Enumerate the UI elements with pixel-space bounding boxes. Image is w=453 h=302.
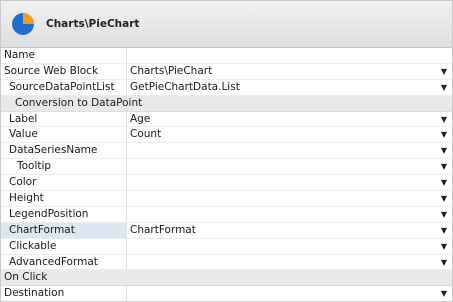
property-row-value[interactable]: Value Count ▼ xyxy=(1,127,452,144)
property-row-chart-format[interactable]: ChartFormat ChartFormat ▼ xyxy=(1,222,452,239)
property-label: Destination xyxy=(1,286,127,301)
dropdown-arrow-icon[interactable]: ▼ xyxy=(441,207,447,222)
property-label: Name xyxy=(1,48,127,63)
properties-panel: Charts\PieChart Name Source Web Block Ch… xyxy=(0,0,453,302)
dropdown-arrow-icon[interactable]: ▼ xyxy=(441,286,447,301)
pie-chart-icon xyxy=(12,13,34,35)
property-value-data-series-name[interactable]: ▼ xyxy=(127,143,452,158)
property-grid: Name Source Web Block Charts\PieChart ▼ … xyxy=(1,48,452,301)
property-row-source-data-point-list[interactable]: SourceDataPointList GetPieChartData.List… xyxy=(1,79,452,96)
dropdown-arrow-icon[interactable]: ▼ xyxy=(441,175,447,190)
dropdown-arrow-icon[interactable]: ▼ xyxy=(441,255,447,270)
property-value-label[interactable]: Age ▼ xyxy=(127,112,452,127)
property-label: Source Web Block xyxy=(1,63,127,79)
property-value-destination[interactable]: ▼ xyxy=(127,286,452,301)
property-label: LegendPosition xyxy=(1,206,127,222)
property-label: ChartFormat xyxy=(1,222,127,238)
section-label: Conversion to DataPoint xyxy=(15,96,143,109)
property-value-height[interactable]: ▼ xyxy=(127,191,452,206)
property-value-legend-position[interactable]: ▼ xyxy=(127,207,452,222)
property-value[interactable] xyxy=(127,48,452,63)
dropdown-arrow-icon[interactable]: ▼ xyxy=(441,127,447,142)
property-label: Height xyxy=(1,191,127,206)
property-value-advanced-format[interactable]: ▼ xyxy=(127,255,452,270)
property-value-text: GetPieChartData.List xyxy=(130,80,240,93)
dropdown-arrow-icon[interactable]: ▼ xyxy=(441,80,447,95)
property-row-source-web-block[interactable]: Source Web Block Charts\PieChart ▼ xyxy=(1,63,452,80)
property-value-color[interactable]: ▼ xyxy=(127,175,452,190)
property-value-source-web-block[interactable]: Charts\PieChart ▼ xyxy=(127,64,452,79)
property-row-data-series-name[interactable]: DataSeriesName ▼ xyxy=(1,143,452,160)
property-row-name[interactable]: Name xyxy=(1,48,452,64)
property-value-text: Age xyxy=(130,112,151,125)
panel-title: Charts\PieChart xyxy=(46,18,140,30)
panel-header: Charts\PieChart xyxy=(1,1,452,48)
property-label: Color xyxy=(1,175,127,191)
dropdown-arrow-icon[interactable]: ▼ xyxy=(441,143,447,158)
property-label: Tooltip xyxy=(1,159,127,175)
property-label: SourceDataPointList xyxy=(1,79,127,95)
property-row-advanced-format[interactable]: AdvancedFormat ▼ xyxy=(1,254,452,271)
property-value-value[interactable]: Count ▼ xyxy=(127,127,452,142)
property-row-tooltip[interactable]: Tooltip ▼ xyxy=(1,159,452,176)
property-row-legend-position[interactable]: LegendPosition ▼ xyxy=(1,206,452,223)
property-label: Label xyxy=(1,111,127,127)
section-label: On Click xyxy=(4,271,48,284)
property-row-height[interactable]: Height ▼ xyxy=(1,191,452,207)
property-value-text: ChartFormat xyxy=(130,223,196,236)
dropdown-arrow-icon[interactable]: ▼ xyxy=(441,191,447,206)
property-value-clickable[interactable]: ▼ xyxy=(127,239,452,254)
property-value-text: Count xyxy=(130,128,162,141)
section-on-click: On Click xyxy=(1,270,452,287)
property-value-chart-format[interactable]: ChartFormat ▼ xyxy=(127,223,452,238)
property-row-label[interactable]: Label Age ▼ xyxy=(1,111,452,128)
property-value-tooltip[interactable]: ▼ xyxy=(127,159,452,174)
property-row-color[interactable]: Color ▼ xyxy=(1,175,452,192)
dropdown-arrow-icon[interactable]: ▼ xyxy=(441,64,447,79)
property-value-source-data-point-list[interactable]: GetPieChartData.List ▼ xyxy=(127,80,452,95)
dropdown-arrow-icon[interactable]: ▼ xyxy=(441,239,447,254)
dropdown-arrow-icon[interactable]: ▼ xyxy=(441,159,447,174)
dropdown-arrow-icon[interactable]: ▼ xyxy=(441,223,447,238)
property-row-clickable[interactable]: Clickable ▼ xyxy=(1,238,452,255)
property-value-text: Charts\PieChart xyxy=(130,64,213,77)
property-row-destination[interactable]: Destination ▼ xyxy=(1,286,452,301)
property-label: Value xyxy=(1,127,127,143)
property-label: Clickable xyxy=(1,238,127,254)
property-label: DataSeriesName xyxy=(1,143,127,159)
property-label: AdvancedFormat xyxy=(1,254,127,270)
section-conversion-to-datapoint: Conversion to DataPoint xyxy=(1,95,452,112)
dropdown-arrow-icon[interactable]: ▼ xyxy=(441,112,447,127)
